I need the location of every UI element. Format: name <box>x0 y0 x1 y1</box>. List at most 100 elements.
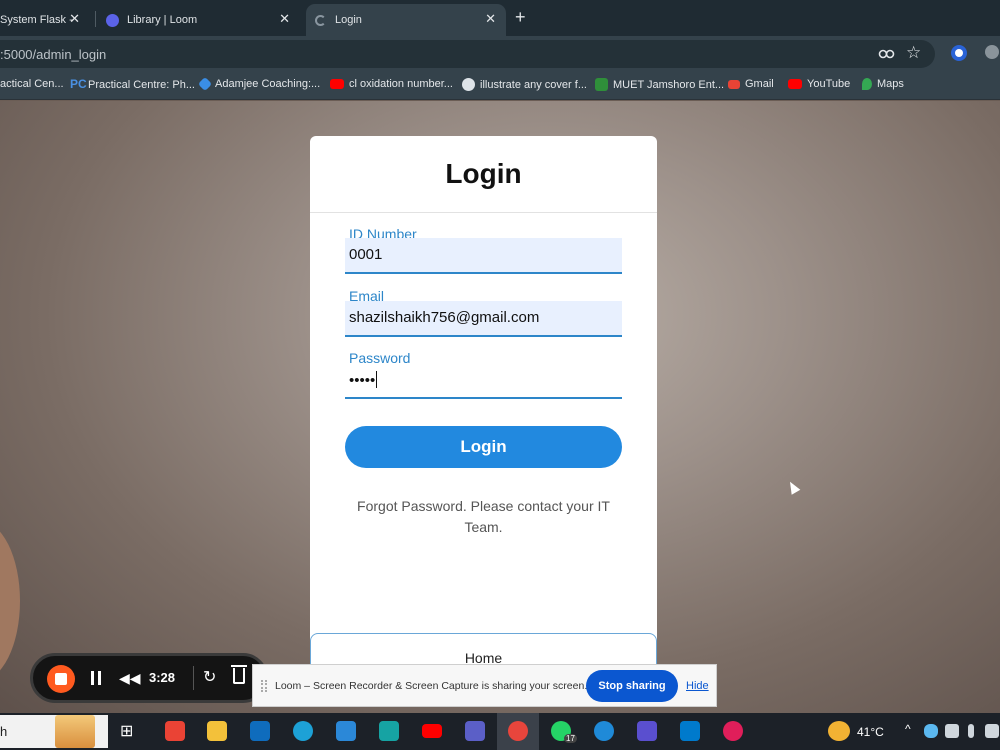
taskbar-search[interactable]: h <box>0 715 108 748</box>
bookmark-label: cl oxidation number... <box>349 78 453 90</box>
globe-icon <box>462 78 475 91</box>
bookmark-label: MUET Jamshoro Ent... <box>613 78 725 91</box>
webcam-bubble <box>0 521 20 681</box>
login-button[interactable]: Login <box>345 426 622 468</box>
bookmark-practical-centre-2[interactable]: PC Practical Centre: Ph... <box>70 78 195 91</box>
hide-link[interactable]: Hide <box>686 680 709 692</box>
bookmark-oxidation[interactable]: cl oxidation number... <box>330 78 453 90</box>
youtube-icon <box>788 79 802 89</box>
edge-icon[interactable] <box>293 721 313 741</box>
id-number-field[interactable]: 0001 <box>345 238 622 274</box>
email-value: shazilshaikh756@gmail.com <box>349 309 540 326</box>
teams-icon[interactable] <box>465 721 485 741</box>
page-viewport: Login ID Number 0001 Email shazilshaikh7… <box>0 101 1000 713</box>
bookmark-label: Gmail <box>745 78 774 90</box>
search-highlight-image <box>55 715 95 748</box>
tab-divider <box>95 11 96 27</box>
temperature: 41°C <box>857 725 884 739</box>
tab-login[interactable]: Login ✕ <box>306 4 506 36</box>
extension-icon[interactable] <box>951 45 967 61</box>
pause-icon[interactable] <box>91 671 101 685</box>
bookmark-gmail[interactable]: Gmail <box>728 78 774 90</box>
windows-taskbar: h ⊞ 17 41°C ^ <box>0 713 1000 750</box>
muet-icon <box>595 78 608 91</box>
pearson-icon[interactable] <box>379 721 399 741</box>
bookmark-label: Maps <box>877 78 904 90</box>
profile-icon[interactable] <box>985 45 999 59</box>
vscode-icon[interactable] <box>680 721 700 741</box>
weather-icon[interactable] <box>828 721 850 741</box>
youtube-icon <box>330 79 344 89</box>
loading-spinner-icon <box>315 14 326 26</box>
bookmark-youtube[interactable]: YouTube <box>788 78 850 90</box>
password-value: ••••• <box>349 372 376 389</box>
bookmark-label: Practical Centre: Ph... <box>88 78 195 91</box>
chrome-icon[interactable] <box>508 721 528 741</box>
email-field[interactable]: shazilshaikh756@gmail.com <box>345 301 622 337</box>
bookmark-label: YouTube <box>807 78 851 90</box>
bookmark-star-icon[interactable]: ☆ <box>906 43 921 63</box>
password-field[interactable]: ••••• <box>345 363 622 399</box>
task-view-icon[interactable]: ⊞ <box>120 721 133 741</box>
bookmark-practical-centre-1[interactable]: actical Cen... <box>0 78 64 90</box>
gmail-app-icon[interactable] <box>165 721 185 741</box>
loom-recorder-controls: ◀◀ 3:28 ↻ <box>30 653 268 703</box>
bookmark-illustrate[interactable]: illustrate any cover f... <box>462 78 587 91</box>
network-icon[interactable] <box>985 724 999 738</box>
recording-timer: 3:28 <box>149 670 176 685</box>
browser-tab-strip: System Flask - ✕ Library | Loom ✕ Login … <box>0 0 1000 36</box>
onedrive-icon[interactable] <box>924 724 938 738</box>
file-explorer-icon[interactable] <box>207 721 227 741</box>
address-bar[interactable]: :5000/admin_login ☆ <box>0 40 935 68</box>
bookmarks-bar: actical Cen... PC Practical Centre: Ph..… <box>0 72 1000 100</box>
close-icon[interactable]: ✕ <box>69 11 80 27</box>
pc-icon: PC <box>70 77 87 91</box>
login-card: Login ID Number 0001 Email shazilshaikh7… <box>310 136 657 676</box>
browser-toolbar: :5000/admin_login ☆ <box>0 36 1000 72</box>
url-text: :5000/admin_login <box>0 47 107 62</box>
bookmark-adamjee[interactable]: Adamjee Coaching:... <box>197 76 321 92</box>
store-icon[interactable] <box>336 721 356 741</box>
stop-sharing-button[interactable]: Stop sharing <box>586 670 678 702</box>
tab-label: System Flask - <box>0 14 73 26</box>
text-caret <box>376 371 378 388</box>
new-tab-button[interactable]: + <box>515 7 526 27</box>
close-icon[interactable]: ✕ <box>485 11 496 27</box>
tray-expand-icon[interactable]: ^ <box>905 722 911 736</box>
loom-icon <box>106 13 119 27</box>
tab-library-loom[interactable]: Library | Loom ✕ <box>100 4 300 36</box>
key-icon[interactable] <box>878 46 896 62</box>
bookmark-label: actical Cen... <box>0 78 64 90</box>
stop-recording-button[interactable] <box>47 665 75 693</box>
bookmark-maps[interactable]: Maps <box>862 78 904 90</box>
tab-label: Library | Loom <box>127 14 198 26</box>
id-number-value: 0001 <box>349 246 383 263</box>
gmail-icon <box>728 79 740 89</box>
outlook-icon[interactable] <box>250 721 270 741</box>
fandom-icon[interactable] <box>637 721 657 741</box>
rewind-icon[interactable]: ◀◀ <box>119 670 141 687</box>
drag-handle-icon[interactable] <box>261 680 267 692</box>
title-divider <box>310 212 657 213</box>
close-icon[interactable]: ✕ <box>279 11 290 27</box>
share-message: Loom – Screen Recorder & Screen Capture … <box>275 680 588 692</box>
forgot-password-text: Forgot Password. Please contact your IT … <box>357 498 610 535</box>
bookmark-label: Adamjee Coaching:... <box>215 78 321 90</box>
edge-profile-icon[interactable] <box>594 721 614 741</box>
microphone-icon[interactable] <box>968 724 974 738</box>
screen-share-notification: Loom – Screen Recorder & Screen Capture … <box>252 664 717 707</box>
cloud-sync-icon[interactable] <box>945 724 959 738</box>
whatsapp-badge: 17 <box>564 734 577 743</box>
trash-icon[interactable] <box>231 665 247 684</box>
page-title: Login <box>445 158 522 189</box>
tab-label: Login <box>335 14 362 26</box>
youtube-app-icon[interactable] <box>422 724 442 738</box>
diamond-icon <box>197 76 213 92</box>
tab-system-flask[interactable]: System Flask - ✕ <box>0 4 90 36</box>
search-text: h <box>0 724 8 739</box>
slack-icon[interactable] <box>723 721 743 741</box>
restart-icon[interactable]: ↻ <box>203 667 216 687</box>
bookmark-label: illustrate any cover f... <box>480 78 587 91</box>
bookmark-muet[interactable]: MUET Jamshoro Ent... <box>595 78 724 91</box>
mouse-cursor-icon <box>785 479 801 495</box>
